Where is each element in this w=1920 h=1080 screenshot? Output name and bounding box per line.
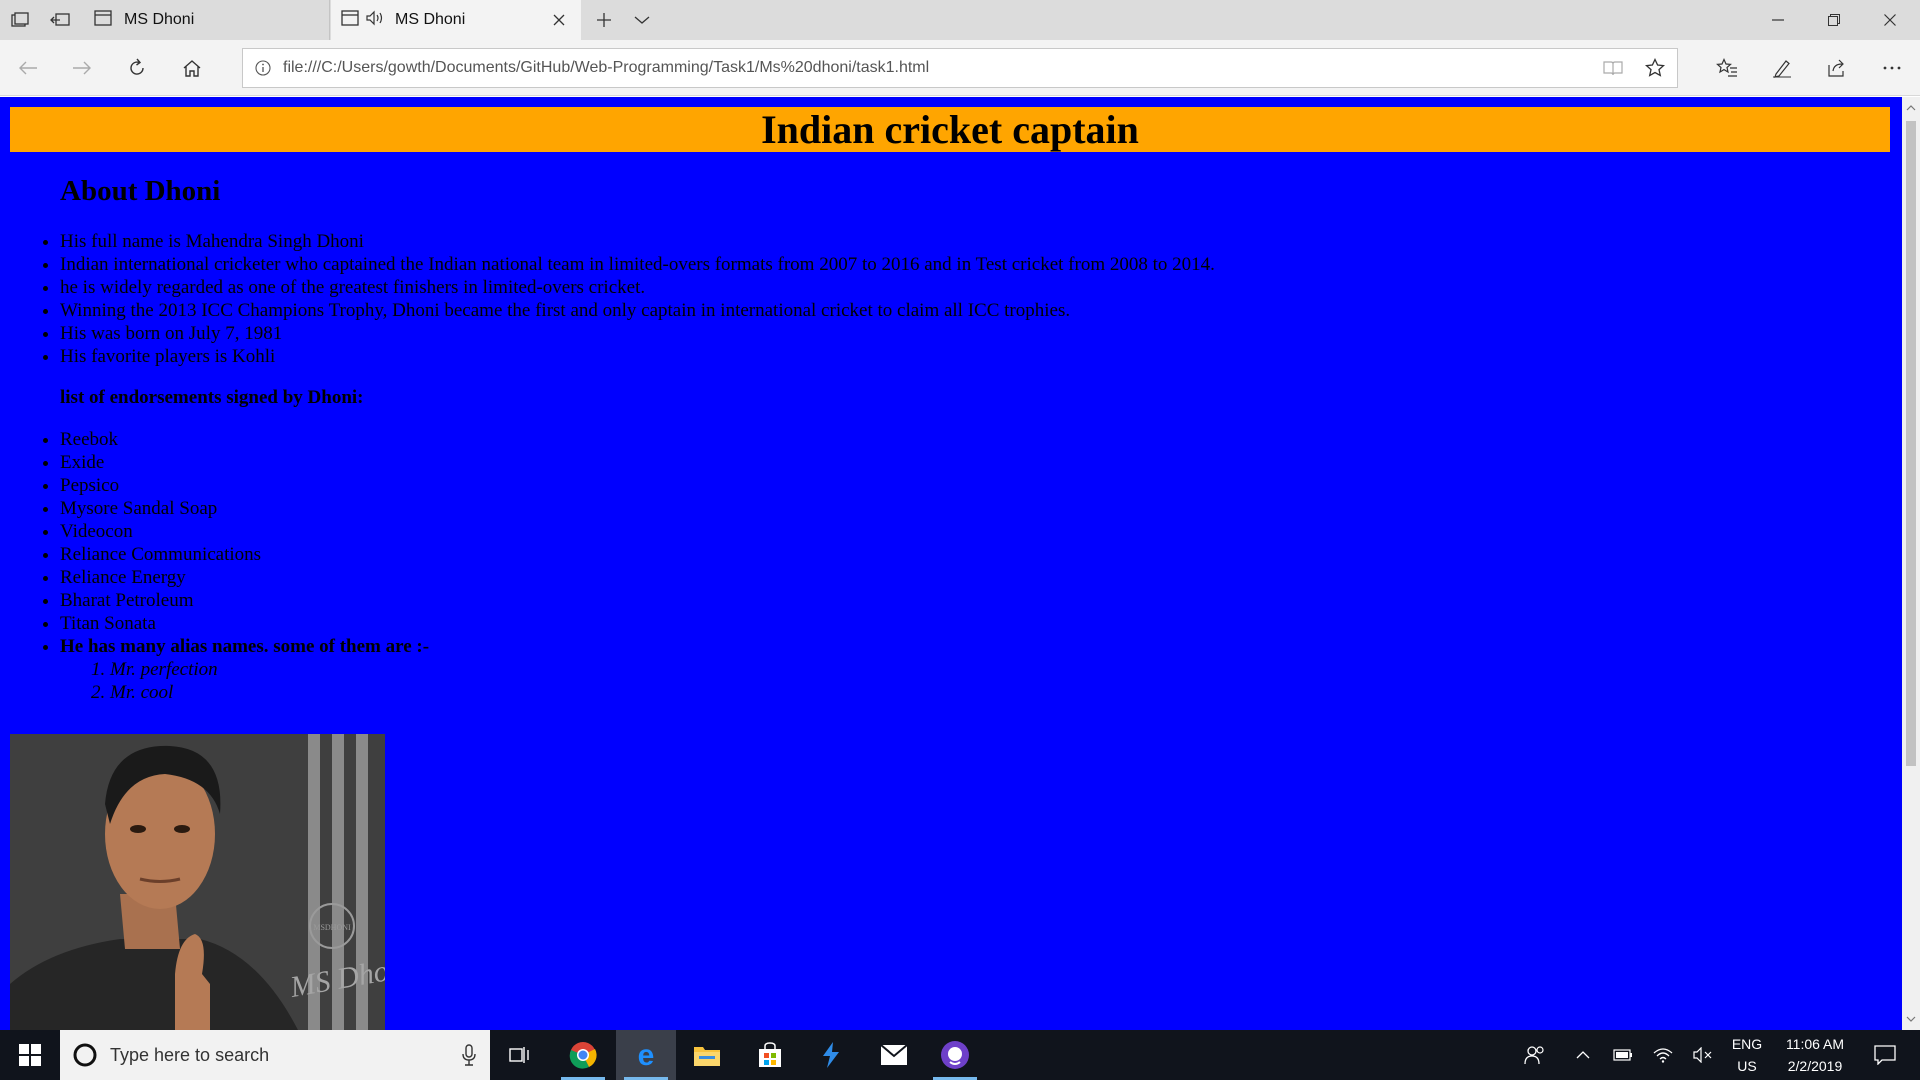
new-tab-icon[interactable] <box>584 0 624 40</box>
url-text[interactable]: file:///C:/Users/gowth/Documents/GitHub/… <box>283 59 929 77</box>
address-bar[interactable]: file:///C:/Users/gowth/Documents/GitHub/… <box>242 48 1678 88</box>
cortana-circle-icon <box>72 1042 98 1068</box>
scroll-up-icon[interactable] <box>1902 99 1920 117</box>
close-tab-icon[interactable] <box>549 10 569 30</box>
list-item: Exide <box>60 451 1810 474</box>
page-icon <box>341 9 359 31</box>
set-tabs-aside-icon[interactable] <box>40 0 80 40</box>
refresh-icon[interactable] <box>117 48 157 88</box>
list-item: Mr. perfection <box>110 658 1810 681</box>
list-item: His full name is Mahendra Singh Dhoni <box>60 230 1810 253</box>
reading-view-icon[interactable] <box>1593 49 1633 87</box>
site-info-icon[interactable] <box>243 60 283 76</box>
list-item: Reliance Communications <box>60 543 1810 566</box>
windows-start-icon[interactable] <box>0 1030 60 1080</box>
list-item: Indian international cricketer who capta… <box>60 253 1810 276</box>
taskbar-search-box[interactable]: Type here to search <box>60 1030 490 1080</box>
more-options-icon[interactable] <box>1872 48 1912 88</box>
battery-icon[interactable] <box>1605 1030 1641 1080</box>
tab-ms-dhoni-2[interactable]: MS Dhoni <box>331 0 581 40</box>
scroll-down-icon[interactable] <box>1902 1010 1920 1028</box>
facts-list: His full name is Mahendra Singh Dhoni In… <box>60 230 1810 368</box>
list-item: Reebok <box>60 428 1810 451</box>
list-item: Mysore Sandal Soap <box>60 497 1810 520</box>
show-hidden-icons-chevron-up-icon[interactable] <box>1565 1030 1601 1080</box>
restore-icon[interactable] <box>1806 0 1862 40</box>
tab-label: MS Dhoni <box>124 11 195 28</box>
clock-time: 11:06 AM <box>1785 1036 1845 1052</box>
photo-watermark-seal: MSDHONI <box>313 923 351 932</box>
close-window-icon[interactable] <box>1862 0 1918 40</box>
list-item: Titan Sonata <box>60 612 1810 635</box>
alias-heading: He has many alias names. some of them ar… <box>60 636 430 657</box>
list-item: Winning the 2013 ICC Champions Trophy, D… <box>60 299 1810 322</box>
web-note-pen-icon[interactable] <box>1762 48 1802 88</box>
list-item: Reliance Energy <box>60 566 1810 589</box>
tab-actions-icon[interactable] <box>0 0 40 40</box>
github-desktop-icon[interactable] <box>925 1030 985 1080</box>
forward-icon[interactable] <box>62 48 102 88</box>
endorsements-heading: list of endorsements signed by Dhoni: <box>60 387 364 408</box>
title-bar: MS Dhoni MS Dhoni <box>0 0 1920 40</box>
share-icon[interactable] <box>1817 48 1857 88</box>
list-item: His favorite players is Kohli <box>60 345 1810 368</box>
wifi-icon[interactable] <box>1645 1030 1681 1080</box>
about-heading: About Dhoni <box>60 175 221 207</box>
scrollbar-thumb[interactable] <box>1906 121 1916 766</box>
chevron-down-icon[interactable] <box>622 0 662 40</box>
clock[interactable]: 11:06 AM 2/2/2019 <box>1772 1030 1858 1080</box>
edge-icon[interactable]: e <box>616 1030 676 1080</box>
home-icon[interactable] <box>172 48 212 88</box>
keyboard-region: US <box>1737 1058 1757 1074</box>
page-banner-title: Indian cricket captain <box>10 107 1890 152</box>
list-item: Pepsico <box>60 474 1810 497</box>
list-item: he is widely regarded as one of the grea… <box>60 276 1810 299</box>
task-view-icon[interactable] <box>490 1030 550 1080</box>
favorite-star-icon[interactable] <box>1635 49 1675 87</box>
people-icon[interactable] <box>1515 1030 1555 1080</box>
vertical-scrollbar[interactable] <box>1902 97 1920 1030</box>
back-icon[interactable] <box>8 48 48 88</box>
page-content: About Dhoni His full name is Mahendra Si… <box>10 157 1810 704</box>
volume-muted-icon[interactable] <box>1685 1030 1721 1080</box>
list-item: Mr. cool <box>110 681 1810 704</box>
favorites-hub-icon[interactable] <box>1707 48 1747 88</box>
dhoni-photo: MSDHONI MS Dhoni <box>10 734 385 1030</box>
search-placeholder: Type here to search <box>110 1044 270 1065</box>
list-item: His was born on July 7, 1981 <box>60 322 1810 345</box>
taskbar: Type here to search e ENG US 11:06 AM 2/… <box>0 1030 1920 1080</box>
language-code: ENG <box>1731 1036 1763 1052</box>
svg-text:e: e <box>638 1041 655 1069</box>
action-center-icon[interactable] <box>1860 1030 1910 1080</box>
chrome-icon[interactable] <box>553 1030 613 1080</box>
minimize-icon[interactable] <box>1750 0 1806 40</box>
language-indicator[interactable]: ENG US <box>1724 1030 1770 1080</box>
mail-icon[interactable] <box>864 1030 924 1080</box>
visual-studio-code-icon[interactable] <box>801 1030 861 1080</box>
store-icon[interactable] <box>740 1030 800 1080</box>
list-item-aliases: He has many alias names. some of them ar… <box>60 635 1810 704</box>
page-icon <box>94 9 112 31</box>
tab-label: MS Dhoni <box>395 11 466 28</box>
navigation-bar: file:///C:/Users/gowth/Documents/GitHub/… <box>0 40 1920 96</box>
list-item: Videocon <box>60 520 1810 543</box>
microphone-icon[interactable] <box>462 1044 476 1066</box>
tab-ms-dhoni-1[interactable]: MS Dhoni <box>84 0 330 40</box>
endorsements-list: Reebok Exide Pepsico Mysore Sandal Soap … <box>60 428 1810 704</box>
clock-date: 2/2/2019 <box>1787 1058 1843 1074</box>
page-viewport: Indian cricket captain About Dhoni His f… <box>0 97 1902 1030</box>
file-explorer-icon[interactable] <box>677 1030 737 1080</box>
audio-playing-icon[interactable] <box>365 10 385 31</box>
list-item: Bharat Petroleum <box>60 589 1810 612</box>
aliases-list: Mr. perfection Mr. cool <box>110 658 1810 704</box>
